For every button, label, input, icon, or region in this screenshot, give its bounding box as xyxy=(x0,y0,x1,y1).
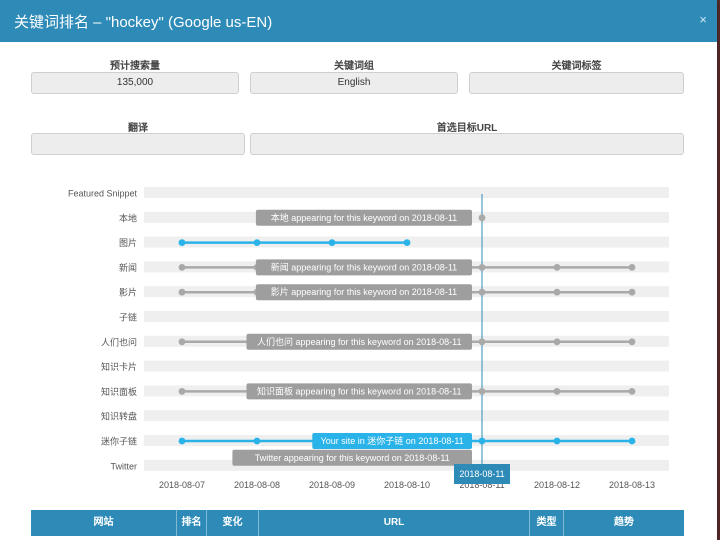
search-volume-field[interactable]: 135,000 xyxy=(31,72,239,94)
row-label: 新闻 xyxy=(119,262,137,273)
col-header-site[interactable]: 网站 xyxy=(31,510,177,536)
row-band xyxy=(144,187,669,198)
col-header-url[interactable]: URL xyxy=(259,510,530,536)
col-header-trend[interactable]: 趋势 xyxy=(564,510,684,536)
data-point xyxy=(178,288,186,296)
data-point xyxy=(478,437,486,445)
ranking-table-header: 网站 排名 变化 URL 类型 趋势 xyxy=(31,510,684,536)
search-volume-label: 预计搜索量 xyxy=(110,61,160,72)
x-tick-label: 2018-08-10 xyxy=(384,480,430,490)
data-point xyxy=(628,288,636,296)
data-point xyxy=(178,239,186,246)
data-point xyxy=(628,264,636,271)
data-point xyxy=(178,338,186,346)
row-label: 迷你子链 xyxy=(101,436,137,447)
x-tick-label: 2018-08-07 xyxy=(159,480,205,490)
row-label: 影片 xyxy=(119,287,137,298)
data-point xyxy=(178,437,186,445)
keyword-tags-label: 关键词标签 xyxy=(551,61,602,72)
translation-field[interactable] xyxy=(31,133,245,155)
data-point xyxy=(628,338,636,346)
keyword-ranking-modal: 关键词排名 – "hockey" (Google us-EN) × 预计搜索量 … xyxy=(0,0,717,540)
translation-label: 翻译 xyxy=(128,123,148,134)
row-band xyxy=(144,360,669,372)
x-tick-label: 2018-08-08 xyxy=(234,480,280,490)
row-label: Featured Snippet xyxy=(68,189,138,199)
close-icon[interactable]: × xyxy=(699,12,707,27)
tooltip-text: 影片 appearing for this keyword on 2018-08… xyxy=(271,286,457,297)
col-header-type[interactable]: 类型 xyxy=(530,510,564,536)
modal-title: 关键词排名 – "hockey" (Google us-EN) xyxy=(14,14,273,31)
data-point xyxy=(478,388,486,395)
data-point xyxy=(553,264,561,271)
row-label: 人们也问 xyxy=(101,336,137,347)
data-point xyxy=(478,214,486,222)
tooltip-text: Your site in 迷你子链 on 2018-08-11 xyxy=(321,435,464,446)
row-band xyxy=(144,410,669,422)
data-point xyxy=(328,239,336,246)
row-label: 本地 xyxy=(119,212,137,223)
data-point xyxy=(253,437,261,445)
keyword-group-label: 关键词组 xyxy=(334,61,374,72)
x-tick-label: 2018-08-12 xyxy=(534,480,580,490)
col-header-rank[interactable]: 排名 xyxy=(177,510,207,536)
x-tick-label: 2018-08-13 xyxy=(609,480,655,490)
keyword-group-field[interactable]: English xyxy=(250,72,458,94)
data-point xyxy=(403,239,411,246)
hover-date-label: 2018-08-11 xyxy=(459,469,504,479)
data-point xyxy=(553,388,561,395)
preferred-url-label: 首选目标URL xyxy=(436,123,498,134)
col-header-change[interactable]: 变化 xyxy=(207,510,259,536)
data-point xyxy=(628,437,636,445)
data-point xyxy=(478,338,486,346)
row-label: 图片 xyxy=(119,237,137,248)
row-label: 知识面板 xyxy=(101,386,137,397)
tooltip-text: Twitter appearing for this keyword on 20… xyxy=(255,453,450,463)
x-tick-label: 2018-08-09 xyxy=(309,480,355,490)
row-label: Twitter xyxy=(110,461,137,471)
data-point xyxy=(553,288,561,296)
tooltip-text: 新闻 appearing for this keyword on 2018-08… xyxy=(271,261,457,272)
tooltip-text: 本地 appearing for this keyword on 2018-08… xyxy=(271,212,457,223)
data-point xyxy=(553,338,561,346)
preferred-url-field[interactable] xyxy=(250,133,684,155)
data-point xyxy=(553,437,561,445)
data-point xyxy=(478,288,486,296)
data-point xyxy=(628,388,636,395)
row-label: 子链 xyxy=(119,312,137,323)
data-point xyxy=(178,264,186,271)
data-point xyxy=(178,388,186,395)
row-label: 知识卡片 xyxy=(101,361,137,372)
data-point xyxy=(253,239,261,246)
row-band xyxy=(144,311,669,322)
tooltip-text: 人们也问 appearing for this keyword on 2018-… xyxy=(257,336,461,347)
row-label: 知识转盘 xyxy=(101,411,137,422)
keyword-tags-field[interactable] xyxy=(469,72,684,94)
data-point xyxy=(478,264,486,271)
modal-header: 关键词排名 – "hockey" (Google us-EN) × xyxy=(0,0,717,42)
tooltip-text: 知识面板 appearing for this keyword on 2018-… xyxy=(257,385,461,396)
serp-features-timeline-chart: Featured Snippet本地图片新闻影片子链人们也问知识卡片知识面板知识… xyxy=(68,187,669,490)
